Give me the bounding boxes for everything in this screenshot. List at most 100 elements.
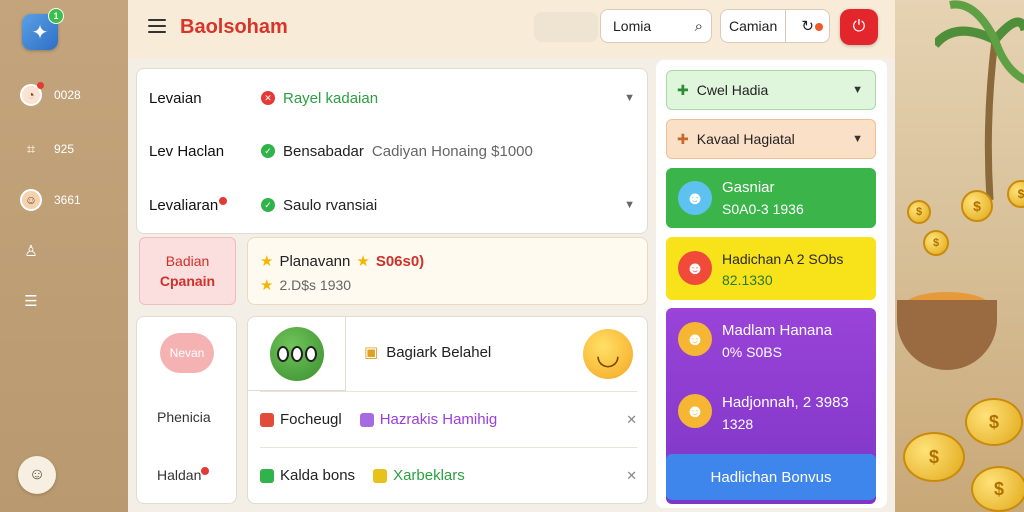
filter-row-1[interactable]: Levaian ✕ Rayel kadaian ▼ <box>137 73 647 123</box>
rail-item-2[interactable]: ⌗ 925 <box>18 136 74 162</box>
search-icon[interactable]: ⌕ <box>695 18 703 35</box>
filter-name: Lev Haclan <box>149 142 225 160</box>
character-icon: ☻ <box>678 251 712 285</box>
green-check-icon <box>260 468 274 483</box>
featured-title: Planavann <box>279 252 351 270</box>
subnav-item-2[interactable]: Haldan <box>157 467 210 483</box>
tile-title: Hadichan A 2 SObs <box>722 251 844 267</box>
palm-tree-icon <box>935 0 1024 200</box>
list-row[interactable]: Kalda bons Xarbeklars ✕ <box>260 447 637 503</box>
person-icon: ♙ <box>24 243 38 260</box>
user-icon: ☺ <box>28 466 46 483</box>
coin-icon: $ <box>1007 180 1024 208</box>
row-a-label: Kalda bons <box>280 467 356 484</box>
filter-name: Levaian <box>149 89 202 107</box>
rail-item-1[interactable]: ◔ 0028 <box>18 82 81 108</box>
coin-stack-icon: $ <box>965 398 1023 446</box>
search-label: Lomia <box>613 18 652 34</box>
alert-dot <box>201 467 210 475</box>
tile-title: Madlam Hanana <box>722 322 833 339</box>
left-rail: ✦ 1 ◔ 0028 ⌗ 925 ☺ 3661 ♙ ☰ ☺ <box>0 0 128 512</box>
monster-icon <box>269 326 324 381</box>
user-profile-button[interactable]: ☺ <box>18 456 56 494</box>
yellow-tag-icon <box>373 468 388 483</box>
person-avatar-icon: ☺ <box>18 187 44 213</box>
power-icon: ⏻ <box>852 18 866 35</box>
coin-icon: $ <box>923 230 949 256</box>
dropdown-1[interactable]: ✚ Cwel Hadia ▼ <box>666 70 876 110</box>
search-box[interactable]: Lomia ⌕ <box>600 9 712 43</box>
subnav-item[interactable]: Phenicia <box>157 409 211 425</box>
app-logo-icon[interactable]: ✦ 1 <box>22 8 64 50</box>
filter-row-3[interactable]: Levaliaran ✓ Saulo rvansiai ▼ <box>137 180 647 230</box>
character-icon: ☻ <box>678 181 712 215</box>
notification-icon[interactable]: ↻ <box>786 17 829 35</box>
reward-tile-2[interactable]: ☻ Hadichan A 2 SObs 82.1330 <box>666 237 876 300</box>
hamburger-menu-icon[interactable] <box>148 17 166 35</box>
smiley-icon: ◡ <box>583 329 633 379</box>
close-icon[interactable]: ✕ <box>626 412 637 428</box>
smiley-icon: ☻ <box>678 394 712 428</box>
list-icon: ☰ <box>24 293 38 310</box>
promo-line2: Cpanain <box>159 273 216 289</box>
status-green-icon: ✓ <box>261 198 275 212</box>
food-bowl-icon <box>897 300 997 370</box>
gift-icon: ▣ <box>364 344 379 361</box>
featured-sub: 2.D$s 1930 <box>279 277 352 293</box>
star-icon: ★ <box>260 253 274 270</box>
chevron-down-icon: ▼ <box>852 133 863 145</box>
status-red-icon: ✕ <box>261 91 275 105</box>
filter-name: Levaliaran <box>149 196 219 214</box>
character-icon: ☻ <box>678 322 712 356</box>
list-top-item[interactable]: ▣ Bagiark Belahel <box>364 343 492 362</box>
chevron-down-icon[interactable]: ▼ <box>624 92 635 104</box>
featured-card[interactable]: ★ Planavann ★ S06s0) ★ 2.D$s 1930 <box>247 237 648 305</box>
reward-tile-1[interactable]: ☻ Gasniar S0A0-3 1936 <box>666 168 876 228</box>
sub-nav-card: Nevan Phenicia Haldan <box>136 316 237 504</box>
rail-item-4[interactable]: ♙ <box>18 238 44 264</box>
coin-stack-icon: $ <box>903 432 965 482</box>
rail-item-label: 0028 <box>54 88 81 102</box>
list-card: ▣ Bagiark Belahel ◡ Focheugl Hazrakis Ha… <box>247 316 648 504</box>
nav-pill[interactable]: Nevan <box>160 333 214 373</box>
background-scenery: $ $ $ $ $ $ $ <box>895 0 1024 512</box>
chevron-down-icon[interactable]: ▼ <box>624 199 635 211</box>
list-row[interactable]: Focheugl Hazrakis Hamihig ✕ <box>260 391 637 447</box>
grid-icon: ⌗ <box>26 140 36 158</box>
puzzle-icon: ✚ <box>677 130 689 147</box>
tile-sub: 0% S0BS <box>722 344 782 360</box>
puzzle-icon: ✚ <box>677 81 689 98</box>
red-tag-icon <box>260 412 274 427</box>
row-b-label: Xarbeklars <box>393 467 465 484</box>
rail-item-label: 3661 <box>54 193 81 207</box>
logo-badge: 1 <box>48 8 64 24</box>
tile-title: Hadjonnah, 2 3983 <box>722 394 849 411</box>
filter-row-2[interactable]: Lev Haclan ✓ Bensabadar Cadiyan Honaing $1… <box>137 126 647 176</box>
dropdown-2-label: Kavaal Hagiatal <box>696 131 795 147</box>
tile-sub: 1328 <box>722 416 754 432</box>
row-b-label: Hazrakis Hamihig <box>379 411 498 428</box>
list-top-label: Bagiark Belahel <box>386 343 492 361</box>
featured-highlight: S06s0) <box>375 252 425 270</box>
power-button[interactable]: ⏻ <box>840 9 878 45</box>
rail-item-5[interactable]: ☰ <box>18 288 44 314</box>
bonus-button[interactable]: Hadlichan Bonvus <box>666 454 876 500</box>
right-column: ✚ Cwel Hadia ▼ ✚ Kavaal Hagiatal ▼ ☻ Gas… <box>656 60 887 508</box>
filters-card: Levaian ✕ Rayel kadaian ▼ Lev Haclan ✓ Ben… <box>136 68 648 234</box>
coin-stack-icon: $ <box>971 466 1024 512</box>
star-icon: ★ <box>356 253 370 270</box>
game-thumbnail[interactable] <box>248 317 346 391</box>
campaign-button[interactable]: Camian ↻ <box>720 9 830 43</box>
rail-item-3[interactable]: ☺ 3661 <box>18 187 81 213</box>
close-icon[interactable]: ✕ <box>626 468 637 484</box>
coin-icon: $ <box>907 200 931 224</box>
dropdown-2[interactable]: ✚ Kavaal Hagiatal ▼ <box>666 119 876 159</box>
promo-line1: Badian <box>165 253 210 269</box>
rail-item-label: 925 <box>54 142 75 156</box>
top-bar: Baolsoham Lomia ⌕ Camian ↻ ⏻ <box>128 0 895 58</box>
campaign-label: Camian <box>721 10 787 42</box>
brand-title: Baolsoham <box>180 16 288 38</box>
filter-value: Rayel kadaian <box>283 89 379 107</box>
promo-button[interactable]: Badian Cpanain <box>139 237 236 305</box>
status-green-icon: ✓ <box>261 144 275 158</box>
